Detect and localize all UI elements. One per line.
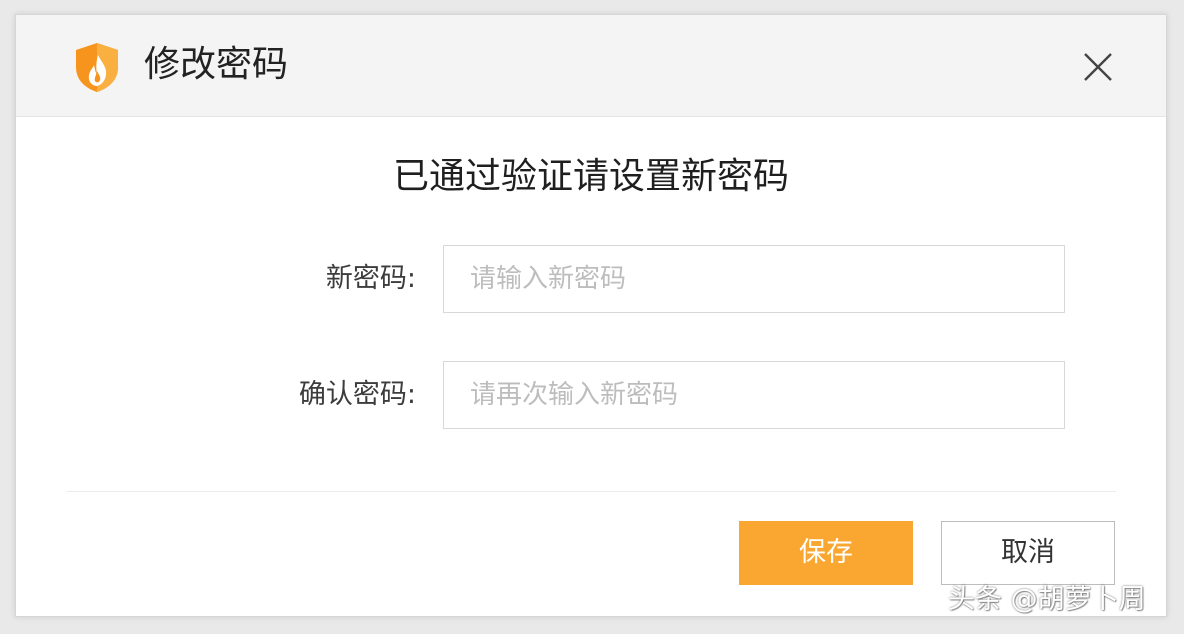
confirm-password-input[interactable]: [443, 361, 1065, 429]
new-password-input[interactable]: [443, 245, 1065, 313]
dialog-subtitle: 已通过验证请设置新密码: [392, 156, 789, 197]
cancel-button[interactable]: 取消: [941, 521, 1115, 585]
new-password-label: 新密码:: [325, 263, 416, 294]
save-button[interactable]: 保存: [739, 521, 913, 585]
dialog-titlebar: 修改密码: [16, 15, 1166, 117]
confirm-password-label: 确认密码:: [298, 379, 416, 410]
watermark: 头条 @胡萝卜周: [948, 584, 1146, 615]
close-icon[interactable]: [1082, 51, 1114, 83]
footer-divider: [66, 491, 1116, 492]
shield-flame-icon: [72, 41, 122, 93]
dialog-title: 修改密码: [144, 44, 289, 85]
change-password-dialog: 修改密码 已通过验证请设置新密码 新密码: 确认密码: 保存 取消: [15, 14, 1167, 617]
